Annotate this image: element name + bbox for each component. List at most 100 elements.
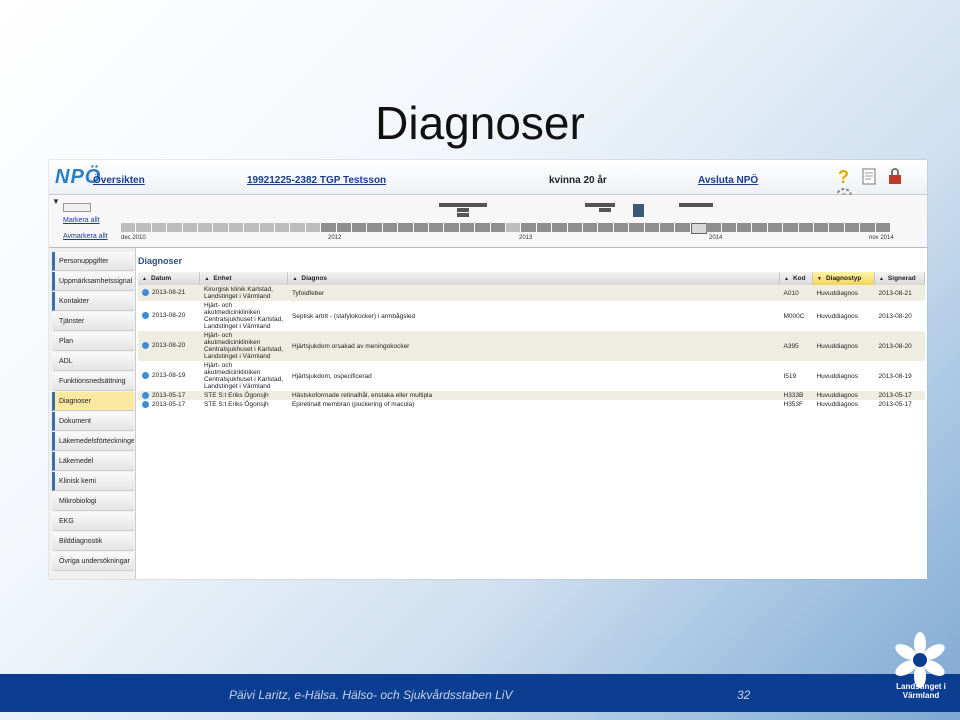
- mark-all-link[interactable]: Markera allt: [63, 217, 100, 224]
- timeline-month-segment[interactable]: [860, 223, 876, 232]
- lock-icon[interactable]: [886, 166, 904, 186]
- timeline-month-segment[interactable]: [321, 223, 337, 232]
- column-header-diagnos[interactable]: ▲ Diagnos: [287, 272, 780, 285]
- timeline-month-segment[interactable]: [721, 223, 737, 232]
- timeline-month-segment[interactable]: [121, 223, 137, 232]
- timeline-month-segment[interactable]: [506, 223, 522, 232]
- help-icon[interactable]: ?: [835, 166, 853, 186]
- timeline-month-segment[interactable]: [798, 223, 814, 232]
- timeline-month-segment[interactable]: [644, 223, 660, 232]
- unmark-all-link[interactable]: Avmarkera allt: [63, 233, 108, 240]
- timeline-month-segment[interactable]: [136, 223, 152, 232]
- timeline-month-segment[interactable]: [459, 223, 476, 232]
- timeline-month-segment[interactable]: [259, 223, 275, 232]
- column-header-diagnostyp[interactable]: ▼ Diagnostyp: [812, 272, 875, 285]
- menu-item-diagnoser[interactable]: Diagnoser: [52, 392, 134, 411]
- timeline-month-segment[interactable]: [783, 223, 799, 232]
- timeline-month-segment[interactable]: [767, 223, 784, 232]
- timeline-month-segment[interactable]: [475, 223, 491, 232]
- timeline-month-segment[interactable]: [244, 223, 260, 232]
- timeline-event-marker[interactable]: [585, 203, 615, 207]
- record-info-icon[interactable]: [142, 372, 149, 380]
- timeline-month-segment[interactable]: [151, 223, 168, 232]
- overview-link[interactable]: Översikten: [93, 175, 145, 186]
- menu-item-personuppgifter[interactable]: Personuppgifter: [52, 252, 134, 271]
- record-info-icon[interactable]: [142, 401, 149, 409]
- menu-item-ovriga-undersokningar[interactable]: Övriga undersökningar: [52, 552, 134, 571]
- timeline-month-segment[interactable]: [675, 223, 691, 232]
- timeline-month-segment[interactable]: [398, 223, 414, 232]
- timeline-month-segment[interactable]: [198, 223, 214, 232]
- timeline-month-segment[interactable]: [290, 223, 306, 232]
- timeline-month-segment[interactable]: [182, 223, 198, 232]
- record-info-icon[interactable]: [142, 392, 149, 399]
- table-row[interactable]: 2013-08-19 Hjärt- och akutmedicinkliniken…: [138, 361, 925, 391]
- column-header-enhet[interactable]: ▲ Enhet: [199, 272, 289, 285]
- timeline-month-segment[interactable]: [536, 223, 553, 232]
- timeline-event-marker[interactable]: [679, 203, 713, 207]
- timeline-month-segment[interactable]: [213, 223, 229, 232]
- record-info-icon[interactable]: [142, 342, 149, 350]
- menu-item-adl[interactable]: ADL: [52, 352, 134, 371]
- timeline-month-segment[interactable]: [429, 223, 445, 232]
- timeline-month-segment[interactable]: [814, 223, 830, 232]
- timeline-month-segment[interactable]: [690, 223, 708, 234]
- menu-item-uppmarksamhetssignal[interactable]: Uppmärksamhetssignal: [52, 272, 134, 291]
- timeline-month-segment[interactable]: [444, 223, 460, 232]
- timeline-month-segment[interactable]: [829, 223, 845, 232]
- note-icon[interactable]: [860, 166, 878, 186]
- menu-item-kontakter[interactable]: Kontakter: [52, 292, 134, 311]
- timeline-month-segment[interactable]: [613, 223, 630, 232]
- timeline-month-segment[interactable]: [336, 223, 352, 232]
- timeline-month-segment[interactable]: [275, 223, 291, 232]
- column-header-signerad[interactable]: ▲ Signerad: [874, 272, 926, 285]
- timeline-month-segment[interactable]: [583, 223, 599, 232]
- table-row[interactable]: 2013-08-20 Hjärt- och akutmedicinkliniken…: [138, 331, 925, 361]
- menu-item-funktionsnedsattning[interactable]: Funktionsnedsättning: [52, 372, 134, 391]
- timeline-month-segment[interactable]: [521, 223, 537, 232]
- timeline-month-segment[interactable]: [875, 223, 891, 232]
- menu-item-bilddiagnostik[interactable]: Bilddiagnostik: [52, 532, 134, 551]
- table-row[interactable]: 2013-08-21 Kirurgisk klinik Karlstad, Lan…: [138, 285, 925, 301]
- menu-item-ekg[interactable]: EKG: [52, 512, 134, 531]
- patient-link[interactable]: 19921225-2382 TGP Testsson: [247, 175, 386, 186]
- menu-item-mikrobiologi[interactable]: Mikrobiologi: [52, 492, 134, 511]
- menu-item-lakemedelsforteckningen[interactable]: Läkemedelsförteckningen: [52, 432, 134, 451]
- timeline-event-marker[interactable]: [457, 213, 469, 217]
- record-info-icon[interactable]: [142, 289, 149, 297]
- timeline-event-marker[interactable]: [439, 203, 487, 207]
- table-row[interactable]: 2013-05-17 STE S:t Eriks Ögonsjh Hästskofo…: [138, 391, 925, 401]
- timeline-month-segment[interactable]: [706, 223, 722, 232]
- timeline-month-segment[interactable]: [552, 223, 568, 232]
- column-header-kod[interactable]: ▲ Kod: [779, 272, 813, 285]
- menu-item-lakemedel[interactable]: Läkemedel: [52, 452, 134, 471]
- timeline-month-segment[interactable]: [382, 223, 399, 232]
- table-row[interactable]: 2013-08-20 Hjärt- och akutmedicinkliniken…: [138, 301, 925, 331]
- timeline-filter-box[interactable]: [63, 203, 91, 212]
- timeline-month-segment[interactable]: [752, 223, 768, 232]
- timeline-month-segment[interactable]: [660, 223, 676, 232]
- record-info-icon[interactable]: [142, 312, 149, 320]
- timeline-month-segment[interactable]: [737, 223, 753, 232]
- timeline-month-segment[interactable]: [167, 223, 183, 232]
- timeline-event-marker[interactable]: [633, 204, 644, 217]
- menu-item-klinisk-kemi[interactable]: Klinisk kemi: [52, 472, 134, 491]
- logout-link[interactable]: Avsluta NPÖ: [698, 175, 758, 186]
- timeline-month-segment[interactable]: [352, 223, 368, 232]
- timeline-month-segment[interactable]: [844, 223, 861, 232]
- table-row[interactable]: 2013-05-17 STE S:t Eriks Ögonsjh Epiretina…: [138, 400, 925, 409]
- collapse-chevron-icon[interactable]: ▼: [52, 197, 60, 206]
- menu-item-plan[interactable]: Plan: [52, 332, 134, 351]
- timeline-month-segment[interactable]: [629, 223, 645, 232]
- timeline-month-segment[interactable]: [367, 223, 383, 232]
- timeline-event-marker[interactable]: [599, 208, 611, 212]
- timeline-event-marker[interactable]: [457, 208, 469, 212]
- timeline-month-segment[interactable]: [228, 223, 245, 232]
- column-header-datum[interactable]: ▲ Datum: [138, 272, 201, 285]
- timeline-month-segment[interactable]: [413, 223, 429, 232]
- menu-item-dokument[interactable]: Dokument: [52, 412, 134, 431]
- timeline-month-segment[interactable]: [305, 223, 322, 232]
- timeline-strip[interactable]: [121, 223, 891, 234]
- timeline-month-segment[interactable]: [567, 223, 583, 232]
- timeline-month-segment[interactable]: [490, 223, 506, 232]
